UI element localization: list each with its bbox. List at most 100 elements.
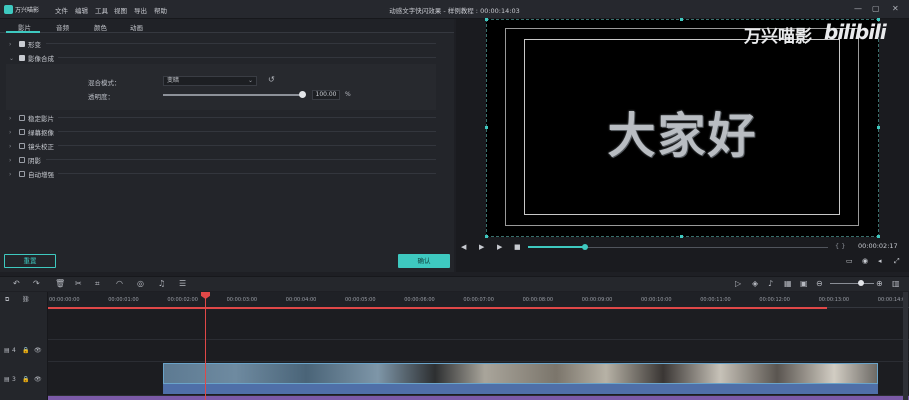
audio-adjust-icon[interactable]: ♫	[158, 279, 165, 288]
section-composite[interactable]: ⌄ 影像合成	[9, 53, 54, 64]
section-shadow[interactable]: › 阴影	[9, 155, 41, 166]
timeline-scrollbar[interactable]	[903, 292, 908, 400]
section-checkbox[interactable]	[19, 129, 25, 135]
track-row-4	[48, 340, 909, 362]
prev-frame-icon[interactable]: ◀︎	[461, 243, 466, 251]
play-icon[interactable]: ▶	[497, 243, 502, 251]
eye-icon[interactable]: 👁	[34, 347, 42, 354]
ruler-tick-label: 00:00:09:00	[581, 297, 613, 303]
opacity-label: 透明度：	[88, 93, 114, 101]
track-type-icon: ▤	[4, 347, 10, 354]
link-icon[interactable]: ⛓	[22, 296, 30, 303]
ruler-tick-label: 00:00:11:00	[700, 297, 731, 303]
track-number: 4	[12, 347, 16, 354]
zoom-out-icon[interactable]: ⊖	[816, 279, 823, 288]
resize-handle[interactable]	[877, 235, 880, 238]
opacity-input[interactable]: 100.00	[312, 90, 340, 100]
track-row	[48, 310, 909, 340]
cut-icon[interactable]: ✂	[75, 279, 82, 288]
lock-icon[interactable]: 🔒	[22, 347, 29, 354]
section-checkbox[interactable]	[19, 143, 25, 149]
snapshot-icon[interactable]: ◉	[862, 257, 868, 265]
delete-icon[interactable]: 🗑	[55, 279, 65, 288]
ruler-tick-label: 00:00:05:00	[345, 297, 376, 303]
section-label: 阴影	[28, 157, 41, 165]
ok-button[interactable]: 确认	[398, 254, 450, 268]
resize-handle[interactable]	[485, 235, 488, 238]
add-track-icon[interactable]: ⧉	[5, 296, 9, 304]
timeline-settings-icon[interactable]: ▥	[892, 279, 900, 288]
ruler-tick-label: 00:00:03:00	[226, 297, 258, 303]
section-checkbox[interactable]	[19, 157, 25, 163]
video-clip-audio[interactable]	[163, 384, 878, 394]
track-type-icon: ▤	[4, 376, 10, 383]
undo-icon[interactable]: ↶	[13, 279, 20, 288]
resize-handle[interactable]	[680, 235, 683, 238]
settings-icon[interactable]: ☰	[179, 279, 186, 288]
volume-icon[interactable]: ◂	[878, 257, 882, 265]
eye-icon[interactable]: 👁	[34, 376, 42, 383]
window-title: 动感文字快闪效果 - 样例教程 : 00:00:14:03	[389, 7, 520, 15]
divider	[46, 159, 436, 160]
chevron-right-icon: ›	[9, 142, 12, 150]
chevron-right-icon: ›	[9, 114, 12, 122]
render-icon[interactable]: ▷	[735, 279, 741, 288]
resize-handle[interactable]	[485, 18, 488, 21]
tab-color[interactable]: 颜色	[94, 22, 107, 32]
reset-button[interactable]: 重置	[4, 254, 56, 268]
section-label: 稳定影片	[28, 115, 54, 123]
opacity-slider-handle[interactable]	[299, 91, 306, 98]
close-button[interactable]: ✕	[892, 4, 899, 13]
section-checkbox[interactable]	[19, 171, 25, 177]
chevron-down-icon: ⌄	[247, 77, 253, 84]
crop-icon[interactable]: ⌗	[95, 279, 100, 289]
blend-mode-value: 变暗	[167, 77, 180, 84]
resize-handle[interactable]	[485, 126, 488, 129]
minimize-button[interactable]: —	[854, 4, 862, 13]
mic-icon[interactable]: ♪	[768, 279, 773, 288]
divider	[58, 145, 436, 146]
section-checkbox[interactable]	[19, 55, 25, 61]
section-chroma-key[interactable]: › 绿幕抠像	[9, 127, 54, 138]
resize-handle[interactable]	[877, 18, 880, 21]
ruler-tick-label: 00:00:13:00	[818, 297, 850, 303]
section-label: 形变	[28, 41, 41, 49]
track-number: 3	[12, 376, 16, 383]
tab-audio[interactable]: 音频	[56, 22, 69, 32]
section-label: 影像合成	[28, 55, 54, 63]
resize-handle[interactable]	[877, 126, 880, 129]
marker-icon[interactable]: ◈	[752, 279, 758, 288]
section-auto-enhance[interactable]: › 自动增强	[9, 169, 54, 180]
tab-animation[interactable]: 动画	[130, 22, 143, 32]
lock-icon[interactable]: 🔒	[22, 376, 29, 383]
chevron-right-icon: ›	[9, 170, 12, 178]
zoom-slider-handle[interactable]	[858, 280, 864, 286]
section-checkbox[interactable]	[19, 115, 25, 121]
resize-handle[interactable]	[680, 18, 683, 21]
reset-blend-icon[interactable]: ↺	[268, 75, 275, 84]
redo-icon[interactable]: ↷	[33, 279, 40, 288]
maximize-button[interactable]: ▢	[872, 4, 880, 13]
audio-track[interactable]	[48, 396, 909, 400]
preview-progress-handle[interactable]	[582, 244, 588, 250]
fullscreen-icon[interactable]: ⤢	[894, 257, 900, 266]
section-checkbox[interactable]	[19, 41, 25, 47]
zoom-in-icon[interactable]: ⊕	[876, 279, 883, 288]
zoom-slider[interactable]	[830, 283, 874, 284]
speed-icon[interactable]: ◠	[116, 279, 123, 288]
display-icon[interactable]: ▭	[846, 257, 853, 265]
step-back-icon[interactable]: ▶︎	[479, 243, 484, 251]
mark-brackets[interactable]: { }	[835, 242, 845, 250]
video-clip[interactable]	[163, 363, 878, 384]
stop-icon[interactable]: ■	[514, 243, 521, 251]
section-lens-correction[interactable]: › 镜头校正	[9, 141, 54, 152]
mixer-icon[interactable]: ▦	[784, 279, 792, 288]
ruler-tick-label: 00:00:01:00	[108, 297, 139, 303]
color-icon[interactable]: ◎	[137, 279, 144, 288]
section-transform[interactable]: › 形变	[9, 39, 41, 50]
section-stabilize[interactable]: › 稳定影片	[9, 113, 54, 124]
blend-mode-select[interactable]: 变暗 ⌄	[163, 76, 257, 86]
opacity-unit: %	[345, 91, 351, 98]
voiceover-icon[interactable]: ▣	[800, 279, 808, 288]
opacity-slider[interactable]	[163, 94, 303, 96]
